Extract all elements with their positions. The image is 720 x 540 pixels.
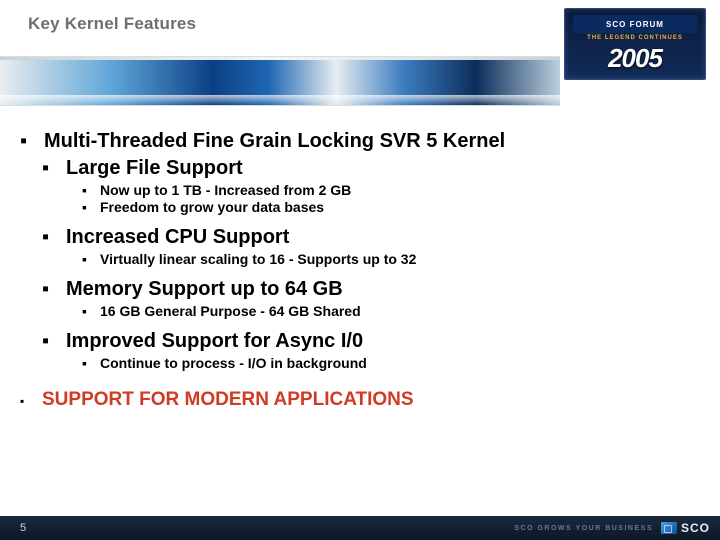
page-number: 5	[20, 522, 26, 534]
footer: 5 SCO GROWS YOUR BUSINESS SCO	[0, 516, 720, 540]
sco-logo-icon	[661, 522, 677, 534]
forum-tagline: THE LEGEND CONTINUES	[565, 35, 705, 41]
bullet-final-text: SUPPORT FOR MODERN APPLICATIONS	[42, 389, 414, 411]
sub-bullet-text: 16 GB General Purpose - 64 GB Shared	[100, 303, 361, 319]
header-banner	[0, 56, 560, 106]
section-cpu: ▪Increased CPU Support	[20, 226, 700, 249]
sub-bullet-text: Virtually linear scaling to 16 - Support…	[100, 251, 416, 267]
bullet-final: ▪SUPPORT FOR MODERN APPLICATIONS	[20, 389, 700, 411]
sub-bullet: ▪Virtually linear scaling to 16 - Suppor…	[20, 251, 700, 267]
bullet-main-text: Multi-Threaded Fine Grain Locking SVR 5 …	[44, 130, 505, 153]
sub-bullet: ▪Freedom to grow your data bases	[20, 199, 700, 215]
section-title: Improved Support for Async I/0	[66, 330, 363, 353]
content: ▪Multi-Threaded Fine Grain Locking SVR 5…	[20, 130, 700, 411]
sub-bullet: ▪Continue to process - I/O in background	[20, 355, 700, 371]
sco-logo: SCO	[661, 521, 710, 535]
sub-bullet-text: Continue to process - I/O in background	[100, 355, 367, 371]
footer-right: SCO GROWS YOUR BUSINESS SCO	[514, 516, 710, 540]
bullet-main: ▪Multi-Threaded Fine Grain Locking SVR 5…	[20, 130, 700, 153]
section-large-file: ▪Large File Support	[20, 157, 700, 180]
forum-badge: SCO FORUM THE LEGEND CONTINUES 2005	[564, 8, 706, 80]
section-async-io: ▪Improved Support for Async I/0	[20, 330, 700, 353]
sub-bullet-text: Freedom to grow your data bases	[100, 199, 324, 215]
forum-top-text: SCO FORUM	[606, 20, 664, 29]
forum-year: 2005	[565, 43, 705, 74]
page-title: Key Kernel Features	[28, 14, 196, 34]
sco-logo-text: SCO	[681, 521, 710, 535]
sub-bullet: ▪Now up to 1 TB - Increased from 2 GB	[20, 182, 700, 198]
sub-bullet: ▪16 GB General Purpose - 64 GB Shared	[20, 303, 700, 319]
section-title: Memory Support up to 64 GB	[66, 278, 343, 301]
section-memory: ▪Memory Support up to 64 GB	[20, 278, 700, 301]
sub-bullet-text: Now up to 1 TB - Increased from 2 GB	[100, 182, 351, 198]
slide: Key Kernel Features SCO FORUM THE LEGEND…	[0, 0, 720, 540]
section-title: Large File Support	[66, 157, 243, 180]
footer-tagline: SCO GROWS YOUR BUSINESS	[514, 525, 653, 532]
section-title: Increased CPU Support	[66, 226, 289, 249]
forum-badge-top: SCO FORUM	[573, 15, 697, 33]
